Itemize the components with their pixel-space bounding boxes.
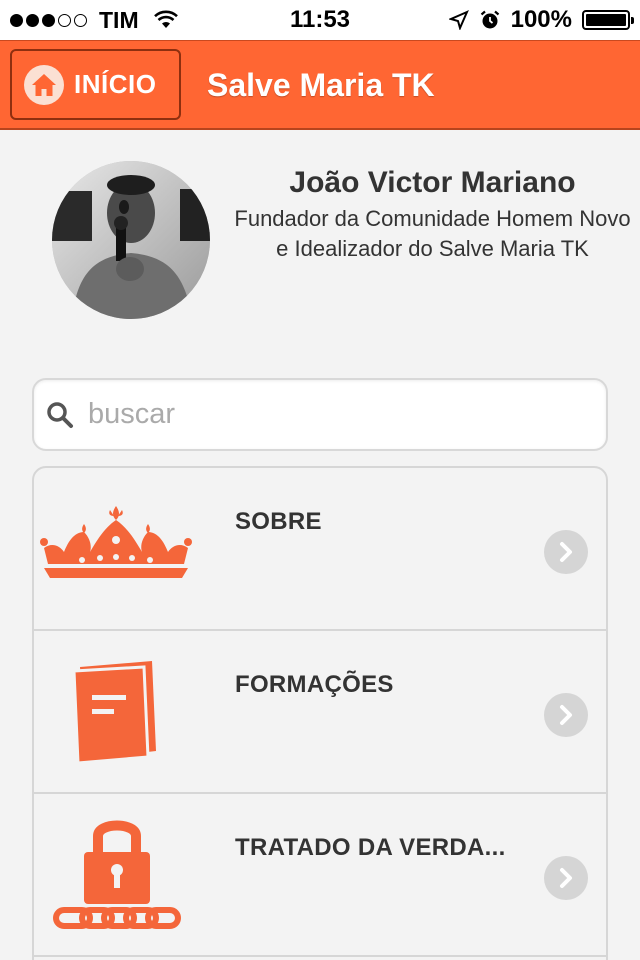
list-item-label: SOBRE bbox=[235, 508, 322, 535]
menu-list: SOBRE FORMAÇÕES TRATADO DA VERDA... bbox=[32, 466, 608, 960]
search-icon bbox=[46, 401, 74, 429]
alarm-clock-icon bbox=[479, 9, 501, 31]
home-icon bbox=[24, 64, 64, 105]
profile-name: João Victor Mariano bbox=[289, 166, 576, 199]
list-item-formacoes[interactable]: FORMAÇÕES bbox=[34, 631, 606, 794]
crown-icon bbox=[38, 502, 194, 589]
padlock-chain-icon bbox=[52, 810, 182, 939]
status-left: TIM bbox=[10, 7, 449, 34]
list-item-tratado[interactable]: TRATADO DA VERDA... bbox=[34, 794, 606, 957]
list-item-sobre[interactable]: SOBRE bbox=[34, 468, 606, 631]
search-box[interactable] bbox=[32, 378, 608, 451]
signal-strength-icon bbox=[10, 13, 87, 27]
search-input[interactable] bbox=[88, 398, 568, 431]
status-bar: TIM 11:53 100% bbox=[0, 0, 640, 40]
book-icon bbox=[72, 659, 158, 768]
chevron-right-icon bbox=[544, 693, 588, 737]
status-right: 100% bbox=[448, 6, 634, 34]
carrier-name: TIM bbox=[99, 6, 139, 33]
avatar bbox=[52, 161, 210, 319]
battery-percent: 100% bbox=[510, 6, 572, 33]
chevron-right-icon bbox=[544, 530, 588, 574]
wifi-icon bbox=[153, 10, 179, 30]
profile-description: Fundador da Comunidade Homem Novo e Idea… bbox=[234, 206, 631, 261]
app-header: INÍCIO Salve Maria TK bbox=[0, 40, 640, 130]
battery-icon bbox=[582, 10, 634, 30]
location-arrow-icon bbox=[448, 10, 469, 30]
chevron-right-icon bbox=[544, 856, 588, 900]
list-item-label: TRATADO DA VERDA... bbox=[235, 834, 506, 861]
home-button-label: INÍCIO bbox=[74, 69, 157, 99]
list-item-label: FORMAÇÕES bbox=[235, 671, 394, 698]
page-title: Salve Maria TK bbox=[207, 67, 435, 103]
home-button[interactable]: INÍCIO bbox=[10, 49, 181, 120]
